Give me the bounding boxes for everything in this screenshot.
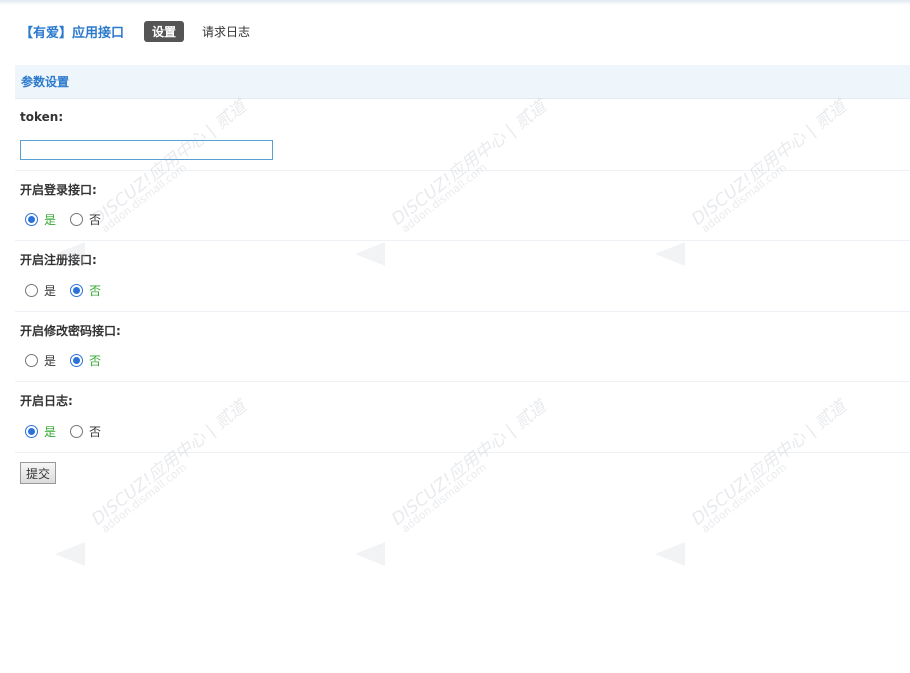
row-divider	[15, 381, 910, 382]
log-label: 开启日志:	[20, 394, 73, 408]
token-label: token:	[20, 110, 64, 124]
watermark-domain: addon.dismall.com	[399, 460, 490, 536]
watermark-brand: DISCUZ!应用中心 | 贰道	[88, 96, 251, 230]
watermark-brand: DISCUZ!应用中心 | 贰道	[688, 96, 851, 230]
register-api-yes-radio[interactable]	[25, 284, 38, 297]
login-api-yes-option[interactable]: 是	[25, 211, 56, 228]
password-api-yes-text: 是	[44, 354, 57, 368]
login-api-radio-group: 是 否	[25, 211, 115, 228]
watermark-domain: addon.dismall.com	[699, 460, 790, 536]
log-radio-group: 是 否	[25, 423, 115, 440]
watermark-domain: addon.dismall.com	[399, 160, 490, 236]
login-api-yes-radio[interactable]	[25, 213, 38, 226]
watermark-arrow-icon	[655, 542, 685, 566]
token-input[interactable]	[20, 140, 273, 160]
watermark: DISCUZ!应用中心 | 贰道 addon.dismall.com	[55, 390, 255, 590]
row-divider	[15, 311, 910, 312]
password-api-label: 开启修改密码接口:	[20, 324, 121, 338]
password-api-yes-radio[interactable]	[25, 354, 38, 367]
watermark: DISCUZ!应用中心 | 贰道 addon.dismall.com	[655, 90, 855, 290]
submit-button[interactable]: 提交	[20, 462, 56, 484]
log-no-radio[interactable]	[70, 425, 84, 438]
register-api-yes-option[interactable]: 是	[25, 282, 56, 299]
watermark: DISCUZ!应用中心 | 贰道 addon.dismall.com	[655, 390, 855, 590]
row-divider	[15, 240, 910, 241]
log-yes-text: 是	[44, 425, 57, 439]
section-title: 参数设置	[15, 65, 910, 99]
watermark-arrow-icon	[355, 542, 385, 566]
row-divider	[15, 452, 910, 453]
login-api-no-radio[interactable]	[70, 213, 84, 226]
password-api-yes-option[interactable]: 是	[25, 352, 56, 369]
tab-request-log[interactable]: 请求日志	[194, 21, 258, 42]
password-api-no-text: 否	[89, 354, 102, 368]
register-api-yes-text: 是	[44, 284, 57, 298]
register-api-radio-group: 是 否	[25, 282, 115, 299]
login-api-yes-text: 是	[44, 213, 57, 227]
app-title: 【有爱】应用接口	[20, 25, 125, 41]
watermark-brand: DISCUZ!应用中心 | 贰道	[688, 396, 851, 530]
register-api-no-text: 否	[89, 284, 102, 298]
tab-settings[interactable]: 设置	[144, 20, 185, 42]
page-header: 【有爱】应用接口 设置 请求日志	[20, 20, 268, 42]
watermark-brand: DISCUZ!应用中心 | 贰道	[388, 96, 551, 230]
row-divider	[15, 170, 910, 171]
register-api-no-radio[interactable]	[70, 284, 84, 297]
watermark-brand: DISCUZ!应用中心 | 贰道	[388, 396, 551, 530]
log-no-text: 否	[89, 425, 102, 439]
register-api-no-option[interactable]: 否	[70, 282, 101, 299]
log-yes-radio[interactable]	[25, 425, 38, 438]
watermark: DISCUZ!应用中心 | 贰道 addon.dismall.com	[355, 90, 555, 290]
log-no-option[interactable]: 否	[70, 423, 101, 440]
watermark-domain: addon.dismall.com	[99, 460, 190, 536]
password-api-no-option[interactable]: 否	[70, 352, 101, 369]
password-api-radio-group: 是 否	[25, 352, 115, 369]
watermark-arrow-icon	[655, 242, 685, 266]
login-api-label: 开启登录接口:	[20, 183, 97, 197]
login-api-no-option[interactable]: 否	[70, 211, 101, 228]
login-api-no-text: 否	[89, 213, 102, 227]
watermark: DISCUZ!应用中心 | 贰道 addon.dismall.com	[355, 390, 555, 590]
top-border	[0, 0, 910, 5]
watermark-arrow-icon	[355, 242, 385, 266]
log-yes-option[interactable]: 是	[25, 423, 56, 440]
watermark-domain: addon.dismall.com	[699, 160, 790, 236]
password-api-no-radio[interactable]	[70, 354, 84, 367]
register-api-label: 开启注册接口:	[20, 253, 97, 267]
watermark-brand: DISCUZ!应用中心 | 贰道	[88, 396, 251, 530]
watermark-arrow-icon	[55, 542, 85, 566]
